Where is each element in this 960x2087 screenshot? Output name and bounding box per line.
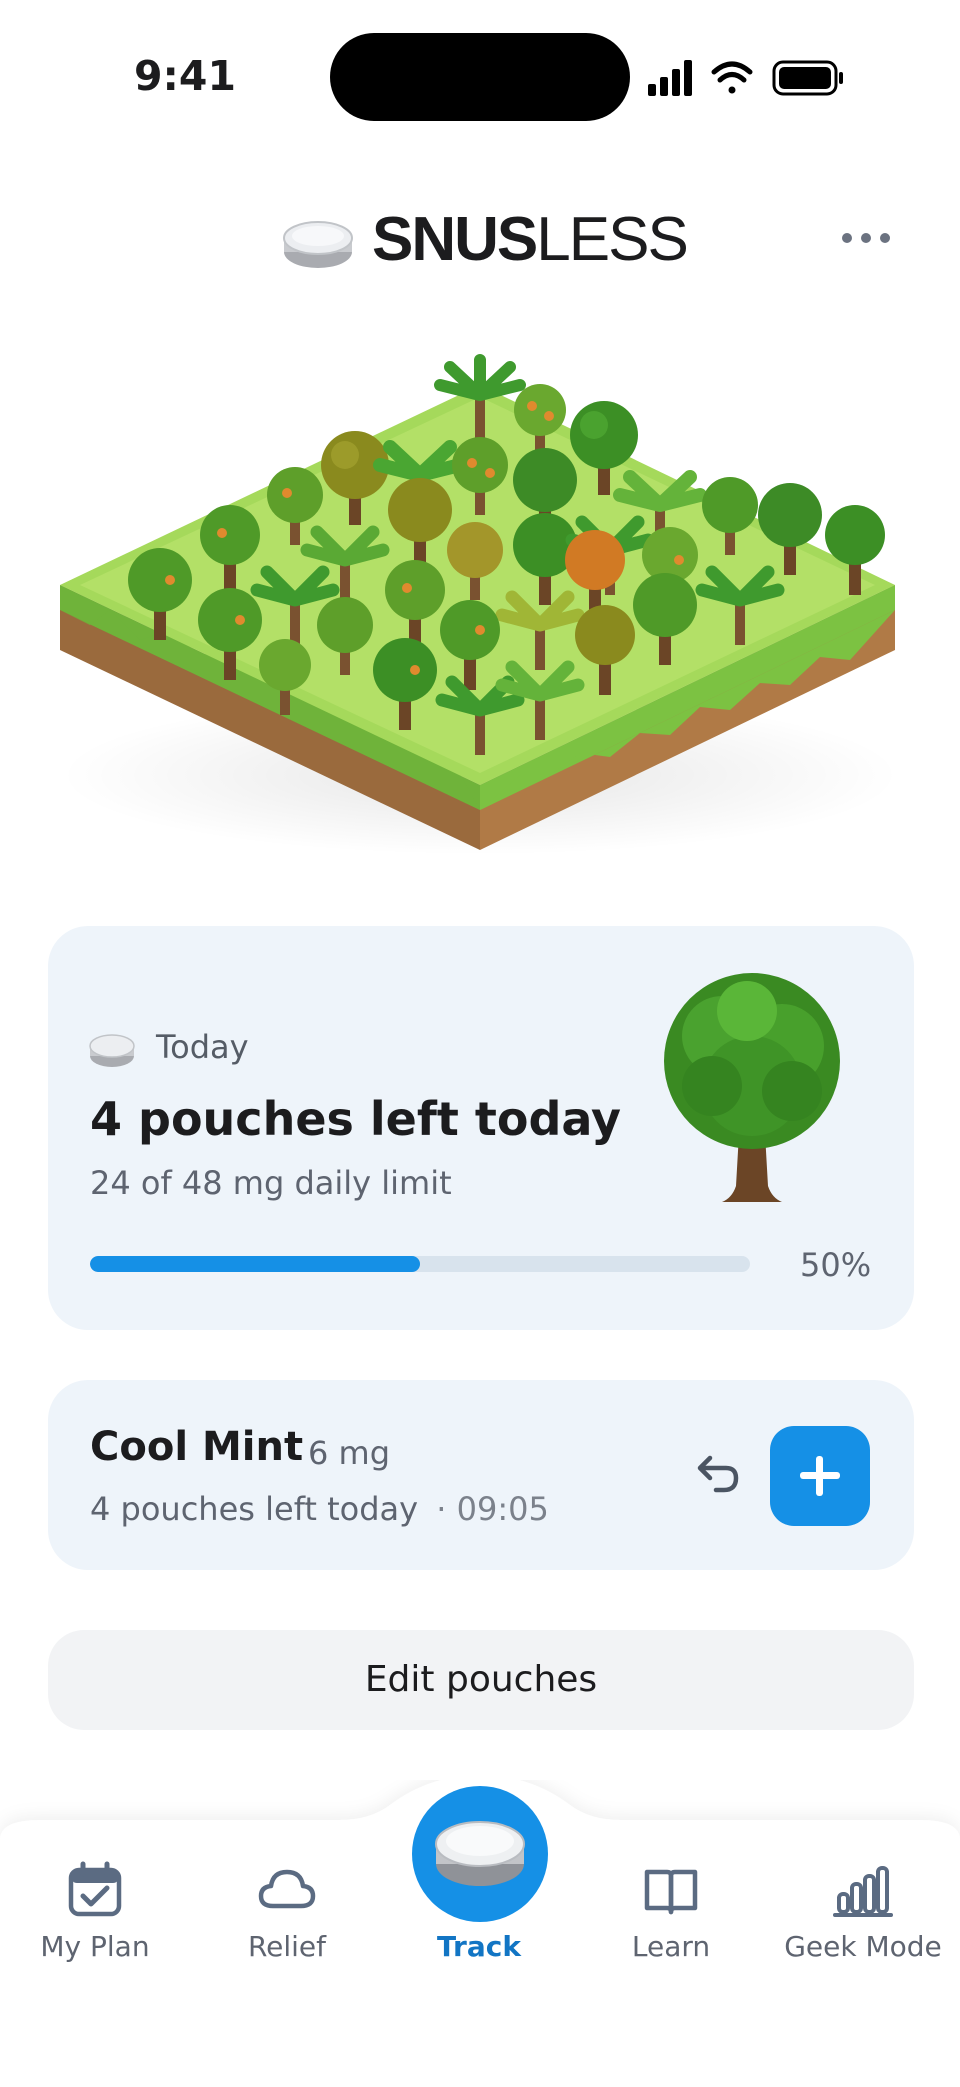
undo-icon[interactable] bbox=[686, 1446, 742, 1502]
product-pouches-left: 4 pouches left today bbox=[90, 1490, 419, 1528]
tab-relief[interactable]: Relief bbox=[197, 1860, 377, 1963]
more-icon-dot bbox=[842, 233, 852, 243]
plus-icon bbox=[816, 1456, 823, 1496]
product-name: Cool Mint bbox=[90, 1424, 304, 1470]
tab-track[interactable]: Track bbox=[389, 1860, 569, 1963]
more-menu-button[interactable] bbox=[836, 218, 896, 258]
more-icon-dot bbox=[880, 233, 890, 243]
add-pouch-button[interactable] bbox=[770, 1426, 870, 1526]
signal-icon bbox=[648, 60, 692, 96]
daily-progress-bar bbox=[90, 1256, 750, 1272]
edit-pouches-button[interactable]: Edit pouches bbox=[48, 1630, 914, 1730]
tab-my-plan[interactable]: My Plan bbox=[5, 1860, 185, 1963]
last-pouch-time: · 09:05 bbox=[436, 1490, 549, 1528]
dynamic-island bbox=[330, 33, 630, 121]
pouches-left-title: 4 pouches left today bbox=[90, 1092, 622, 1146]
cloud-icon bbox=[258, 1869, 316, 1909]
tab-learn[interactable]: Learn bbox=[581, 1860, 761, 1963]
snus-tin-icon bbox=[283, 221, 353, 268]
forest-garden-illustration bbox=[60, 354, 900, 855]
status-time: 9:41 bbox=[134, 52, 236, 100]
battery-icon bbox=[772, 60, 843, 96]
tree-icon bbox=[664, 973, 840, 1202]
app-header: SNUSLESS bbox=[0, 196, 960, 286]
tab-geek-mode[interactable]: Geek Mode bbox=[773, 1860, 953, 1963]
more-icon-dot bbox=[861, 233, 871, 243]
brand-light: LESS bbox=[536, 205, 689, 274]
status-bar: 9:41 bbox=[0, 0, 960, 160]
book-icon bbox=[644, 1869, 698, 1915]
progress-percent: 50% bbox=[800, 1246, 872, 1284]
today-label: Today bbox=[156, 1028, 249, 1066]
pouch-tin-icon bbox=[89, 1034, 135, 1067]
brand-bold: SNUS bbox=[372, 205, 538, 274]
daily-progress-fill bbox=[90, 1256, 420, 1272]
tab-label: Geek Mode bbox=[784, 1930, 942, 1963]
wifi-icon bbox=[711, 61, 753, 94]
tab-label: Learn bbox=[631, 1930, 711, 1963]
tab-label: Relief bbox=[247, 1930, 327, 1963]
product-strength: 6 mg bbox=[308, 1434, 391, 1472]
product-subtitle: 4 pouches left today · 09:05 bbox=[90, 1490, 549, 1528]
tab-label: My Plan bbox=[40, 1930, 150, 1963]
calendar-check-icon bbox=[68, 1861, 122, 1917]
brand-logo: SNUSLESS bbox=[372, 204, 689, 275]
track-icon-spacer bbox=[389, 1860, 569, 1920]
daily-limit-text: 24 of 48 mg daily limit bbox=[90, 1164, 452, 1202]
tab-label: Track bbox=[437, 1930, 521, 1963]
bar-chart-icon bbox=[833, 1866, 893, 1917]
status-icons bbox=[648, 60, 843, 96]
